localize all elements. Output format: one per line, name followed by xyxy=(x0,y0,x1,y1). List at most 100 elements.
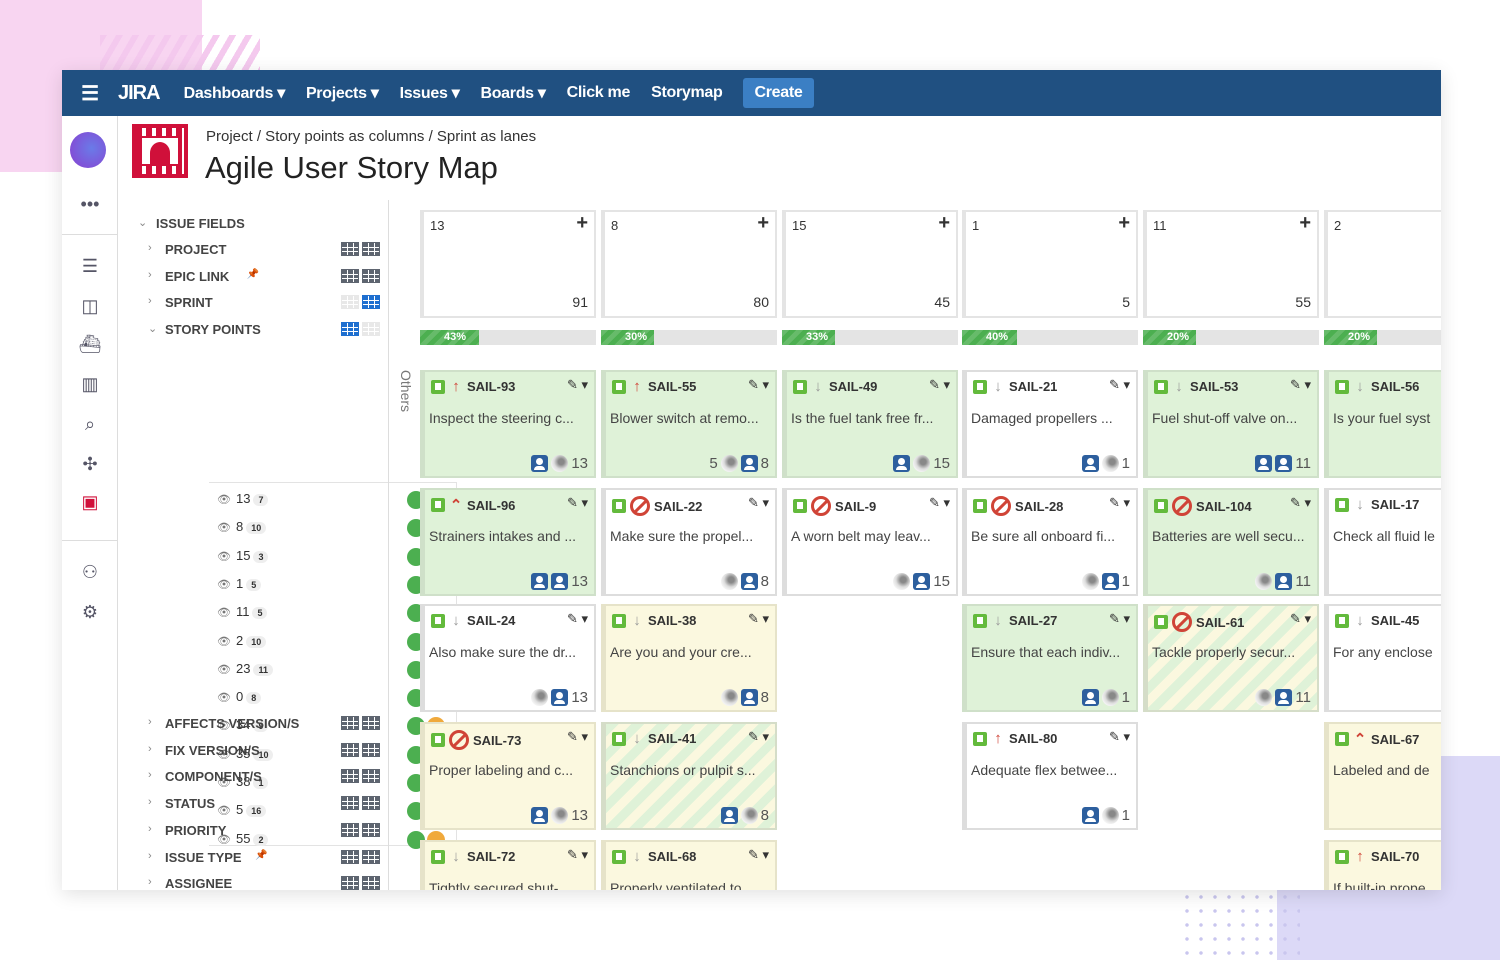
issue-key[interactable]: SAIL-80 xyxy=(1009,731,1057,746)
issue-key[interactable]: SAIL-104 xyxy=(1196,499,1252,514)
issue-key[interactable]: SAIL-17 xyxy=(1371,497,1419,512)
nav-issues[interactable]: Issues ▾ xyxy=(400,83,460,103)
issue-card[interactable]: ↓ SAIL-49 ✎ ▾ Is the fuel tank free fr... 15 xyxy=(782,370,958,478)
project-avatar-icon[interactable] xyxy=(70,132,106,168)
field-project[interactable]: › PROJECT xyxy=(132,242,388,262)
edit-menu-icon[interactable]: ✎ ▾ xyxy=(567,611,588,627)
issue-card[interactable]: ↓ SAIL-21 ✎ ▾ Damaged propellers ... 1 xyxy=(962,370,1138,478)
lanes-layout-icon[interactable] xyxy=(362,769,380,784)
reports-icon[interactable]: ▥ xyxy=(78,372,102,396)
issue-card[interactable]: ↓ SAIL-24 ✎ ▾ Also make sure the dr... 13 xyxy=(420,604,596,712)
nav-click-me[interactable]: Click me xyxy=(567,84,631,102)
eye-icon[interactable]: 👁 xyxy=(217,494,231,506)
issue-card[interactable]: ↓ SAIL-41 ✎ ▾ Stanchions or pulpit s... 8 xyxy=(601,722,777,830)
field-priority[interactable]: › PRIORITY xyxy=(132,822,388,843)
lanes-layout-icon[interactable] xyxy=(362,295,380,310)
add-issue-icon[interactable]: + xyxy=(576,212,588,235)
issue-key[interactable]: SAIL-53 xyxy=(1190,379,1238,394)
columns-layout-icon[interactable] xyxy=(341,742,359,757)
issue-card[interactable]: SAIL-22 ✎ ▾ Make sure the propel... 8 xyxy=(601,488,777,596)
edit-menu-icon[interactable]: ✎ ▾ xyxy=(567,495,588,511)
lanes-layout-icon[interactable] xyxy=(362,796,380,811)
jira-logo[interactable]: JIRA xyxy=(118,82,161,105)
issue-card[interactable]: ↓SAIL-56✎ ▾Is your fuel syst xyxy=(1324,370,1441,478)
issue-key[interactable]: SAIL-68 xyxy=(648,849,696,864)
columns-layout-icon[interactable] xyxy=(341,268,359,283)
issue-key[interactable]: SAIL-61 xyxy=(1196,615,1244,630)
eye-icon[interactable]: 👁 xyxy=(217,607,231,619)
backlog-icon[interactable]: ☰ xyxy=(78,254,102,278)
nav-storymap[interactable]: Storymap xyxy=(651,84,723,102)
edit-menu-icon[interactable]: ✎ ▾ xyxy=(1109,729,1130,745)
issue-key[interactable]: SAIL-56 xyxy=(1371,379,1419,394)
add-issue-icon[interactable]: + xyxy=(1299,212,1311,235)
lanes-layout-icon[interactable] xyxy=(362,849,380,864)
components-icon[interactable]: ✣ xyxy=(78,452,102,476)
issue-key[interactable]: SAIL-45 xyxy=(1371,613,1419,628)
issue-key[interactable]: SAIL-55 xyxy=(648,379,696,394)
lanes-layout-icon[interactable] xyxy=(362,242,380,256)
field-epic-link[interactable]: › EPIC LINK 📌 xyxy=(132,268,388,289)
issue-key[interactable]: SAIL-49 xyxy=(829,379,877,394)
edit-menu-icon[interactable]: ✎ ▾ xyxy=(748,729,769,745)
issue-card[interactable]: ↓SAIL-17✎ ▾Check all fluid le xyxy=(1324,488,1441,596)
edit-menu-icon[interactable]: ✎ ▾ xyxy=(567,847,588,863)
issue-card[interactable]: ↑SAIL-70✎ ▾If built-in prope xyxy=(1324,840,1441,890)
eye-icon[interactable]: 👁 xyxy=(217,551,231,563)
create-button[interactable]: Create xyxy=(743,78,814,108)
eye-icon[interactable]: 👁 xyxy=(217,522,231,534)
edit-menu-icon[interactable]: ✎ ▾ xyxy=(1109,611,1130,627)
lanes-layout-icon[interactable] xyxy=(362,822,380,837)
settings-gear-icon[interactable]: ⚙ xyxy=(78,600,102,624)
issue-key[interactable]: SAIL-28 xyxy=(1015,499,1063,514)
field-component-s[interactable]: › COMPONENT/S xyxy=(132,769,388,789)
edit-menu-icon[interactable]: ✎ ▾ xyxy=(929,377,950,393)
nav-boards[interactable]: Boards ▾ xyxy=(480,83,546,103)
issue-card[interactable]: ↑ SAIL-55 ✎ ▾ Blower switch at remo... 5 8 xyxy=(601,370,777,478)
issue-card[interactable]: ↑ SAIL-80 ✎ ▾ Adequate flex betwee... 1 xyxy=(962,722,1138,830)
field-story-points[interactable]: ⌄ STORY POINTS xyxy=(132,322,388,342)
more-icon[interactable]: ••• xyxy=(78,192,102,216)
releases-icon[interactable]: ⛴ xyxy=(78,332,102,356)
field-fix-version-s[interactable]: › FIX VERSION/S xyxy=(132,742,388,763)
issue-card[interactable]: SAIL-61 ✎ ▾ Tackle properly secur... 11 xyxy=(1143,604,1319,712)
issue-card[interactable]: ⌃SAIL-67✎ ▾Labeled and de xyxy=(1324,722,1441,830)
issue-key[interactable]: SAIL-38 xyxy=(648,613,696,628)
issue-card[interactable]: ↓SAIL-45✎ ▾For any enclose xyxy=(1324,604,1441,712)
issue-card[interactable]: ↓ SAIL-27 ✎ ▾ Ensure that each indiv... 1 xyxy=(962,604,1138,712)
eye-icon[interactable]: 👁 xyxy=(217,579,231,591)
add-issue-icon[interactable]: + xyxy=(938,212,950,235)
edit-menu-icon[interactable]: ✎ ▾ xyxy=(748,495,769,511)
issue-key[interactable]: SAIL-9 xyxy=(835,499,876,514)
add-issue-icon[interactable]: + xyxy=(1118,212,1130,235)
issue-card[interactable]: SAIL-9 ✎ ▾ A worn belt may leav... 15 xyxy=(782,488,958,596)
field-status[interactable]: › STATUS xyxy=(132,796,388,816)
board-icon[interactable]: ◫ xyxy=(78,294,102,318)
add-issue-icon[interactable]: + xyxy=(757,212,769,235)
columns-layout-icon[interactable] xyxy=(341,849,359,864)
edit-menu-icon[interactable]: ✎ ▾ xyxy=(748,377,769,393)
lanes-layout-icon[interactable] xyxy=(362,876,380,890)
lanes-layout-icon[interactable] xyxy=(362,322,380,337)
edit-menu-icon[interactable]: ✎ ▾ xyxy=(1290,611,1311,627)
edit-menu-icon[interactable]: ✎ ▾ xyxy=(567,729,588,745)
issue-key[interactable]: SAIL-73 xyxy=(473,733,521,748)
columns-layout-icon[interactable] xyxy=(341,796,359,811)
nav-dashboards[interactable]: Dashboards ▾ xyxy=(184,83,286,103)
columns-layout-icon[interactable] xyxy=(341,822,359,837)
breadcrumb[interactable]: Project / Story points as columns / Spri… xyxy=(206,128,536,145)
columns-layout-icon[interactable] xyxy=(341,322,359,337)
issue-card[interactable]: SAIL-28 ✎ ▾ Be sure all onboard fi... 1 xyxy=(962,488,1138,596)
issue-key[interactable]: SAIL-24 xyxy=(467,613,515,628)
issue-key[interactable]: SAIL-27 xyxy=(1009,613,1057,628)
eye-icon[interactable]: 👁 xyxy=(217,692,231,704)
issue-card[interactable]: ↓ SAIL-72 ✎ ▾ Tightly secured shut-... xyxy=(420,840,596,890)
columns-layout-icon[interactable] xyxy=(341,242,359,256)
issue-fields-header[interactable]: ⌄ ISSUE FIELDS xyxy=(132,216,388,236)
lanes-layout-icon[interactable] xyxy=(362,716,380,730)
menu-icon[interactable]: ☰ xyxy=(62,81,118,106)
add-user-icon[interactable]: ⚇ xyxy=(78,560,102,584)
issue-key[interactable]: SAIL-41 xyxy=(648,731,696,746)
issue-card[interactable]: ⌃ SAIL-96 ✎ ▾ Strainers intakes and ... 13 xyxy=(420,488,596,596)
issue-card[interactable]: ↓ SAIL-38 ✎ ▾ Are you and your cre... 8 xyxy=(601,604,777,712)
